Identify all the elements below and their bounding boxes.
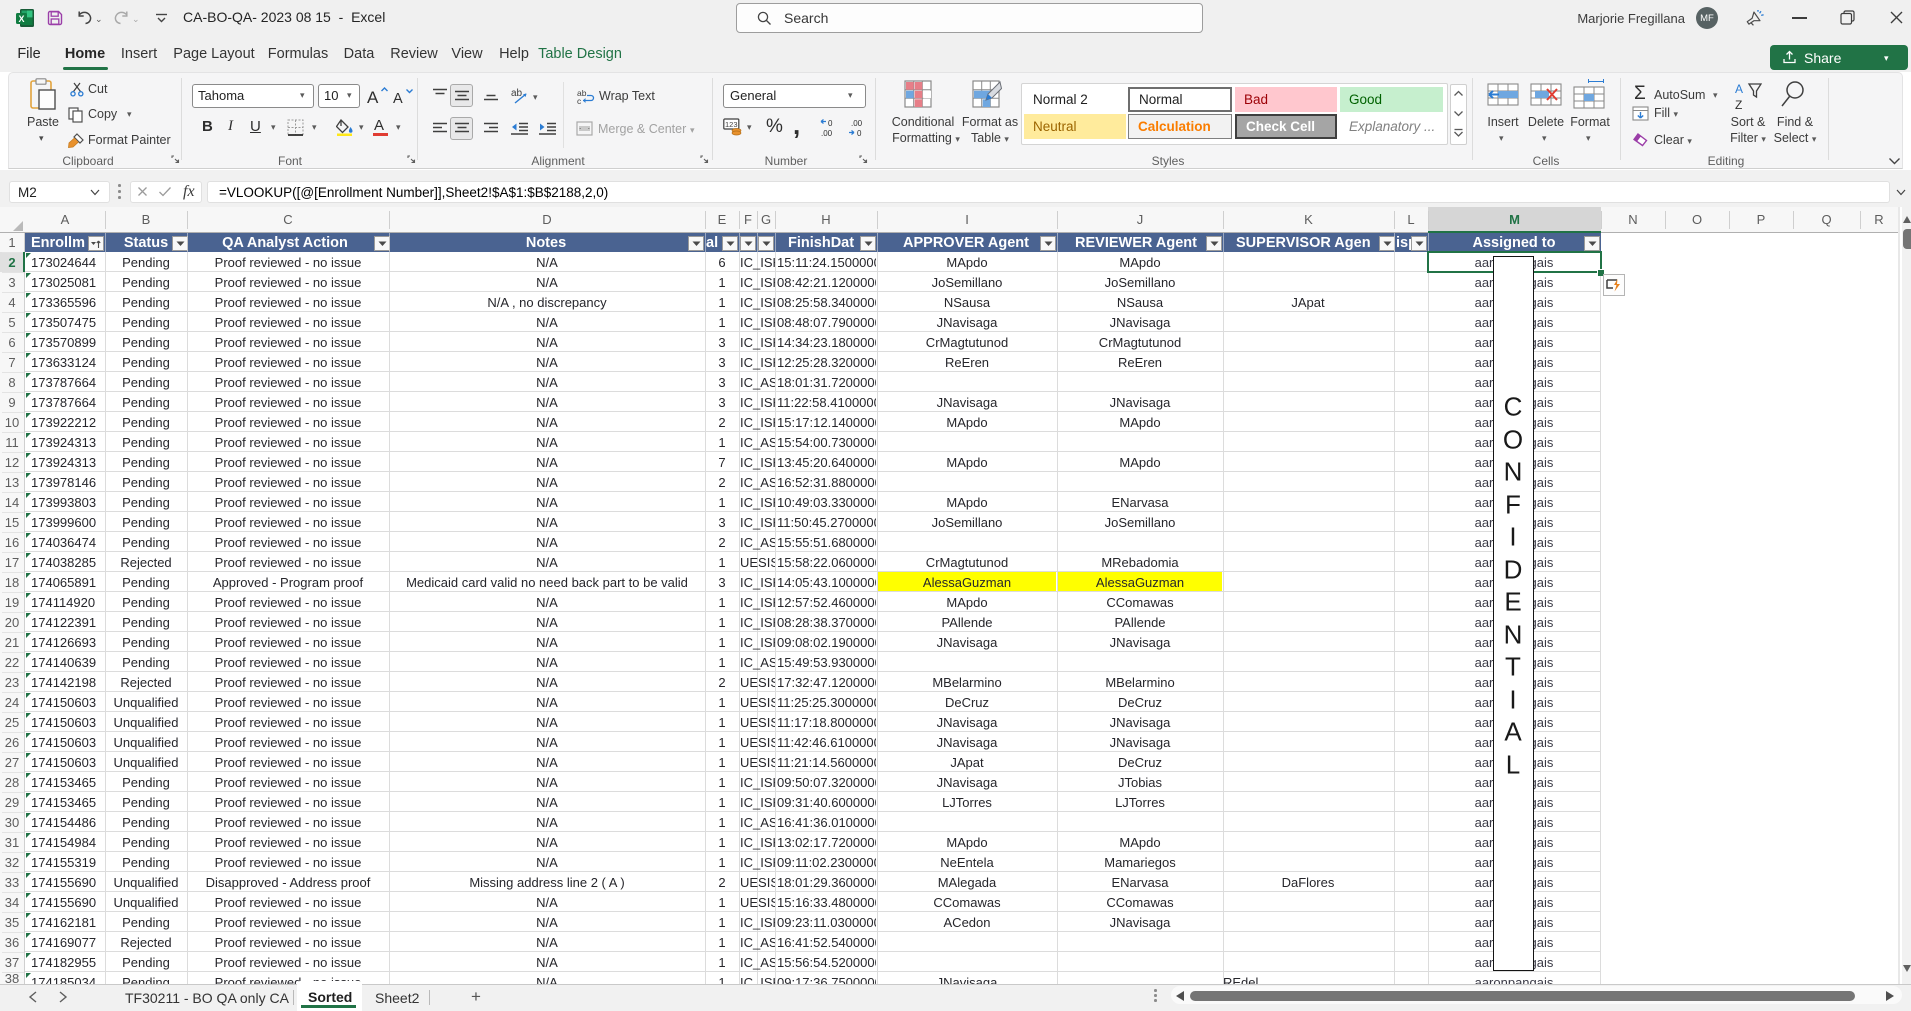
svg-text:A: A — [393, 91, 403, 107]
svg-text:X: X — [18, 14, 24, 24]
svg-text:123: 123 — [725, 120, 738, 129]
svg-text:0: 0 — [857, 129, 862, 138]
svg-text:.00: .00 — [851, 119, 863, 128]
svg-text:A: A — [367, 88, 379, 107]
svg-text:.00: .00 — [821, 129, 833, 138]
svg-text:A: A — [1735, 82, 1743, 96]
svg-text:Z: Z — [1735, 98, 1742, 112]
svg-text:0: 0 — [828, 119, 833, 128]
